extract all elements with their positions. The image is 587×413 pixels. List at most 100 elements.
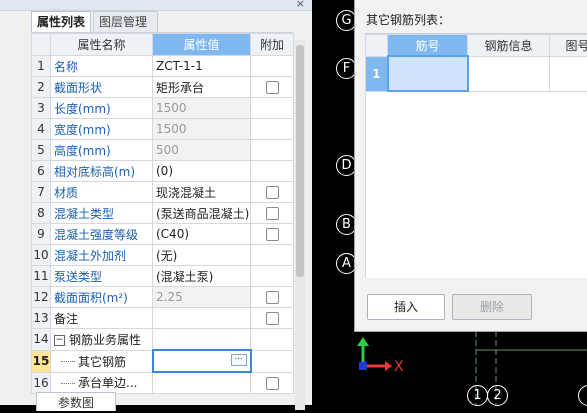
attach-cell — [251, 161, 294, 182]
property-value[interactable]: (混凝土泵) — [153, 266, 251, 287]
property-value[interactable]: (泵送商品混凝土) — [153, 203, 251, 224]
row-number: 8 — [32, 203, 51, 224]
property-value[interactable]: ZCT-1-1 — [153, 56, 251, 77]
property-row[interactable]: 15其它钢筋⋯ — [32, 350, 294, 372]
rebar-list-body — [365, 88, 587, 278]
property-grid: 属性名称 属性值 附加 1名称ZCT-1-12截面形状矩形承台3长度(mm)15… — [31, 32, 293, 394]
row-number: 10 — [32, 245, 51, 266]
column-header-rebar-no[interactable]: 筋号 — [388, 35, 468, 57]
figure-no-cell[interactable] — [550, 56, 587, 91]
column-header-attach[interactable]: 附加 — [251, 34, 294, 56]
row-number: 2 — [32, 77, 51, 98]
attach-cell — [251, 329, 294, 351]
property-name: 混凝土类型 — [51, 203, 153, 224]
row-number: 4 — [32, 119, 51, 140]
property-row[interactable]: 6相对底标高(m)(0) — [32, 161, 294, 182]
property-value[interactable]: (0) — [153, 161, 251, 182]
property-name: −钢筋业务属性 — [51, 329, 153, 351]
property-row[interactable]: 3长度(mm)1500 — [32, 98, 294, 119]
property-value[interactable]: 1500 — [153, 119, 251, 140]
attach-checkbox[interactable] — [266, 228, 279, 241]
attach-cell — [251, 350, 294, 372]
column-header-value[interactable]: 属性值 — [153, 34, 251, 56]
property-row[interactable]: 2截面形状矩形承台 — [32, 77, 294, 98]
property-name-label: 承台单边... — [54, 376, 137, 390]
row-number: 11 — [32, 266, 51, 287]
property-row[interactable]: 1名称ZCT-1-1 — [32, 56, 294, 77]
property-name: 其它钢筋 — [51, 350, 153, 372]
property-value[interactable]: 2.25 — [153, 287, 251, 308]
property-value[interactable] — [153, 372, 251, 394]
property-name: 截面形状 — [51, 77, 153, 98]
vertical-scrollbar[interactable] — [295, 40, 305, 410]
attach-checkbox[interactable] — [266, 186, 279, 199]
tab-property-list[interactable]: 属性列表 — [31, 11, 91, 32]
column-header-name[interactable]: 属性名称 — [51, 34, 153, 56]
property-row[interactable]: 10混凝土外加剂(无) — [32, 245, 294, 266]
attach-cell — [251, 203, 294, 224]
column-header-rebar-info[interactable]: 钢筋信息 — [468, 35, 550, 57]
property-name: 名称 — [51, 56, 153, 77]
property-name: 混凝土强度等级 — [51, 224, 153, 245]
row-number: 14 — [32, 329, 51, 351]
property-row[interactable]: 16承台单边... — [32, 372, 294, 394]
ellipsis-button[interactable]: ⋯ — [231, 354, 247, 366]
row-number: 1 — [32, 56, 51, 77]
tab-layer-management[interactable]: 图层管理 — [93, 11, 158, 32]
property-value[interactable]: (无) — [153, 245, 251, 266]
attach-checkbox[interactable] — [266, 81, 279, 94]
property-name: 宽度(mm) — [51, 119, 153, 140]
row-number-header — [32, 34, 51, 56]
property-value[interactable]: 矩形承台 — [153, 77, 251, 98]
property-row[interactable]: 14−钢筋业务属性 — [32, 329, 294, 351]
property-name-label: 钢筋业务属性 — [69, 333, 141, 347]
attach-cell — [251, 56, 294, 77]
property-row[interactable]: 8混凝土类型(泵送商品混凝土) — [32, 203, 294, 224]
axis-label-2: 2 — [487, 385, 508, 406]
attach-checkbox[interactable] — [266, 291, 279, 304]
property-name: 混凝土外加剂 — [51, 245, 153, 266]
attach-cell — [251, 77, 294, 98]
property-value[interactable] — [153, 329, 251, 351]
property-row[interactable]: 7材质现浇混凝土 — [32, 182, 294, 203]
property-value[interactable]: 500 — [153, 140, 251, 161]
rebar-info-cell[interactable] — [468, 56, 550, 91]
property-name: 相对底标高(m) — [51, 161, 153, 182]
row-number: 12 — [32, 287, 51, 308]
column-header-figure-no[interactable]: 图号 — [550, 35, 587, 57]
attach-checkbox[interactable] — [266, 207, 279, 220]
insert-button[interactable]: 插入 — [367, 294, 445, 320]
axis-label-1: 1 — [467, 385, 488, 406]
property-value-editor[interactable]: ⋯ — [153, 350, 251, 372]
property-name: 泵送类型 — [51, 266, 153, 287]
property-row[interactable]: 11泵送类型(混凝土泵) — [32, 266, 294, 287]
attach-checkbox[interactable] — [266, 312, 279, 325]
delete-button[interactable]: 删除 — [452, 294, 532, 320]
property-name: 承台单边... — [51, 372, 153, 394]
scrollbar-thumb[interactable] — [296, 45, 304, 277]
rebar-row-number-header — [366, 35, 388, 57]
properties-panel: × 属性列表 图层管理 属性名称 属性值 附加 1名称ZCT-1-12截面形状矩… — [0, 0, 312, 405]
property-row[interactable]: 12截面面积(m²)2.25 — [32, 287, 294, 308]
rebar-row-number: 1 — [366, 56, 388, 91]
property-row[interactable]: 5高度(mm)500 — [32, 140, 294, 161]
property-row[interactable]: 4宽度(mm)1500 — [32, 119, 294, 140]
row-number: 16 — [32, 372, 51, 394]
property-value[interactable]: 1500 — [153, 98, 251, 119]
property-value[interactable]: (C40) — [153, 224, 251, 245]
attach-checkbox[interactable] — [266, 377, 279, 390]
row-number: 9 — [32, 224, 51, 245]
rebar-row[interactable]: 1 — [366, 56, 587, 91]
property-name-label: 其它钢筋 — [54, 355, 126, 369]
close-icon[interactable]: × — [296, 0, 305, 10]
property-value[interactable] — [153, 308, 251, 329]
attach-cell — [251, 245, 294, 266]
property-name: 材质 — [51, 182, 153, 203]
property-row[interactable]: 13备注 — [32, 308, 294, 329]
tab-parameter-diagram[interactable]: 参数图 — [36, 392, 116, 411]
rebar-no-cell[interactable] — [388, 56, 468, 91]
property-value[interactable]: 现浇混凝土 — [153, 182, 251, 203]
property-row[interactable]: 9混凝土强度等级(C40) — [32, 224, 294, 245]
collapse-icon[interactable]: − — [54, 335, 65, 346]
attach-cell — [251, 182, 294, 203]
